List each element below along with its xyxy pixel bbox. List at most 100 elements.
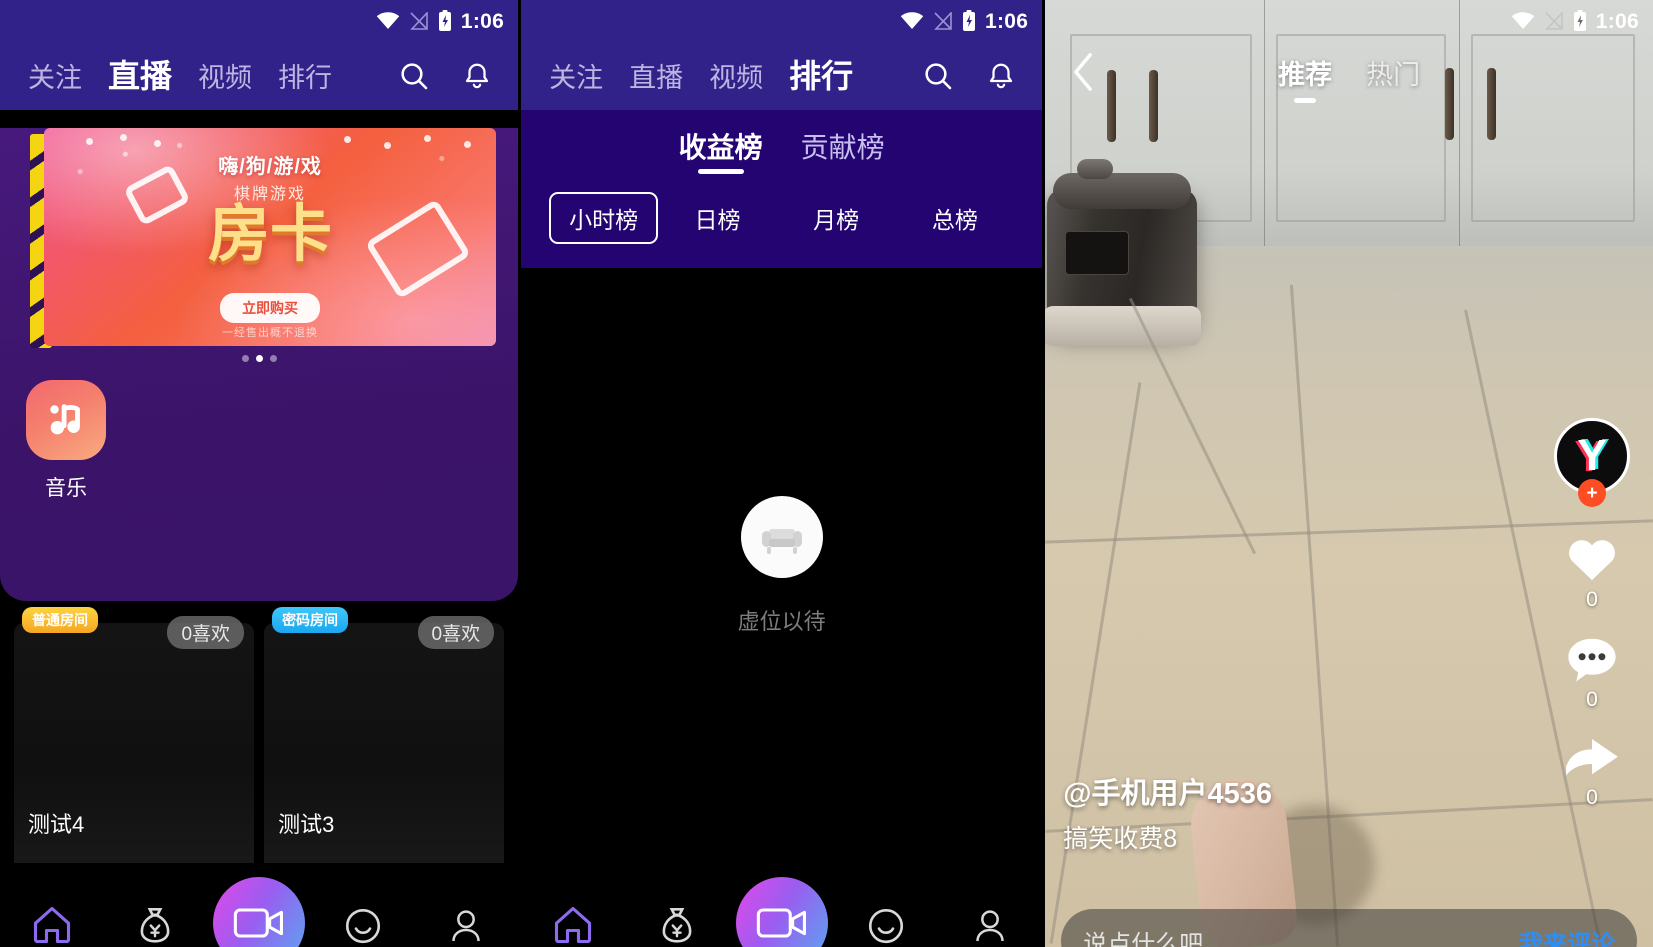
avatar-logo-letter: Y — [1574, 433, 1610, 479]
panel2-top-tabs: 关注 直播 视频 排行 — [521, 42, 1042, 110]
live-room-grid: 普通房间 0喜欢 测试4 密码房间 0喜欢 测试3 — [0, 601, 518, 885]
filter-total[interactable]: 总榜 — [896, 201, 1015, 235]
live-promo-card: 嗨/狗/游/戏 棋牌游戏 房卡 立即购买 一经售出概不退换 音乐 — [0, 128, 519, 601]
comment-input-bar[interactable]: 说点什么吧 我来评论 — [1061, 909, 1637, 947]
avatar[interactable]: Y + — [1554, 418, 1630, 507]
nav-home[interactable] — [0, 863, 104, 947]
panel2-header: 1:06 关注 直播 视频 排行 — [521, 0, 1043, 110]
nav-messages[interactable] — [311, 863, 415, 947]
banner-dot[interactable] — [241, 355, 249, 362]
like-count: 0 — [1586, 588, 1598, 611]
person-icon — [976, 910, 1004, 942]
signal-off-icon — [934, 12, 952, 30]
filter-monthly[interactable]: 月榜 — [777, 201, 896, 235]
banner-dots — [22, 355, 496, 362]
battery-charging-icon — [438, 10, 451, 31]
home-icon — [555, 906, 592, 944]
filter-hourly[interactable]: 小时榜 — [549, 192, 659, 244]
tab-video[interactable]: 视频 — [709, 65, 763, 92]
tab-follow[interactable]: 关注 — [549, 65, 603, 92]
tab-recommended[interactable]: 推荐 — [1278, 53, 1332, 92]
tab-video[interactable]: 视频 — [198, 65, 252, 92]
filter-daily[interactable]: 日榜 — [658, 201, 777, 235]
tab-ranking[interactable]: 排行 — [789, 60, 853, 92]
comment-button[interactable]: 0 — [1565, 634, 1619, 712]
tab-live[interactable]: 直播 — [629, 65, 683, 92]
video-description: 搞笑收费8 — [1063, 825, 1178, 853]
comment-input[interactable]: 说点什么吧 — [1083, 924, 1505, 947]
smiley-icon — [868, 908, 903, 944]
wifi-icon — [900, 12, 924, 30]
banner-dot[interactable] — [269, 355, 277, 362]
banner-disclaimer: 一经售出概不退换 — [222, 327, 319, 339]
banner-carousel[interactable]: 嗨/狗/游/戏 棋牌游戏 房卡 立即购买 一经售出概不退换 — [22, 128, 497, 362]
table-row[interactable]: 密码房间 0喜欢 测试3 — [264, 607, 505, 885]
bell-icon[interactable] — [462, 60, 492, 92]
pressure-cooker — [1045, 159, 1202, 347]
comment-icon — [1568, 638, 1616, 682]
banner-headline: 嗨/狗/游/戏 — [218, 156, 322, 178]
shortcut-music[interactable]: 音乐 — [16, 380, 116, 502]
category-shortcuts: 音乐 — [0, 352, 518, 502]
nav-messages[interactable] — [834, 863, 938, 947]
video-top-overlay: 1:06 推荐 热门 — [1045, 0, 1653, 110]
shortcut-music-label: 音乐 — [45, 477, 87, 500]
tab-live[interactable]: 直播 — [108, 60, 172, 92]
battery-charging-icon — [962, 10, 975, 31]
share-arrow-icon — [1566, 739, 1618, 776]
battery-charging-icon — [1573, 10, 1586, 31]
signal-off-icon — [410, 12, 428, 30]
heart-icon — [1569, 540, 1615, 581]
nav-earnings[interactable] — [104, 863, 208, 947]
search-icon[interactable] — [922, 60, 954, 92]
panel-ranking: 1:06 关注 直播 视频 排行 收益榜 贡献榜 小时榜 日榜 月榜 总榜 虚位… — [521, 0, 1043, 947]
bottom-nav-bar — [521, 863, 1043, 947]
like-count-badge: 0喜欢 — [417, 616, 495, 649]
comment-count: 0 — [1586, 688, 1598, 711]
status-bar: 1:06 — [0, 0, 518, 42]
video-camera-icon — [213, 877, 306, 947]
tab-follow[interactable]: 关注 — [28, 65, 82, 92]
status-bar: 1:06 — [521, 0, 1042, 42]
music-note-icon — [26, 380, 106, 460]
status-badge: 密码房间 — [272, 607, 349, 633]
comment-submit-link[interactable]: 我来评论 — [1519, 924, 1615, 947]
wifi-icon — [1511, 12, 1534, 30]
panel-live-home: 1:06 关注 直播 视频 排行 嗨/狗/游/戏 棋牌游戏 房卡 立即购买 一经… — [0, 0, 519, 947]
bell-icon[interactable] — [986, 60, 1016, 92]
table-row[interactable]: 普通房间 0喜欢 测试4 — [14, 607, 255, 885]
bottom-nav-bar — [0, 863, 519, 947]
armchair-icon — [740, 495, 823, 578]
follow-plus-icon[interactable]: + — [1578, 479, 1606, 507]
home-icon — [33, 906, 70, 944]
empty-state-text: 虚位以待 — [737, 608, 826, 634]
tab-revenue-rank[interactable]: 收益榜 — [679, 126, 763, 180]
tab-contribution-rank[interactable]: 贡献榜 — [801, 126, 885, 180]
like-button[interactable]: 0 — [1564, 532, 1620, 612]
nav-go-live[interactable] — [207, 863, 311, 947]
nav-home[interactable] — [521, 863, 625, 947]
status-time: 1:06 — [1595, 9, 1639, 33]
share-count: 0 — [1586, 786, 1598, 809]
wifi-icon — [376, 12, 400, 30]
empty-state: 虚位以待 — [521, 268, 1042, 863]
banner-dot-active[interactable] — [255, 355, 263, 362]
promo-banner[interactable]: 嗨/狗/游/戏 棋牌游戏 房卡 立即购买 一经售出概不退换 — [44, 128, 497, 346]
nav-go-live[interactable] — [730, 863, 834, 947]
video-author-name[interactable]: @手机用户4536 — [1063, 770, 1533, 812]
tab-popular[interactable]: 热门 — [1366, 53, 1420, 92]
banner-buy-button[interactable]: 立即购买 — [220, 293, 321, 323]
search-icon[interactable] — [398, 60, 430, 92]
nav-profile[interactable] — [938, 863, 1042, 947]
tab-ranking[interactable]: 排行 — [278, 65, 332, 92]
nav-profile[interactable] — [415, 863, 519, 947]
share-button[interactable]: 0 — [1564, 734, 1620, 810]
banner-title: 房卡 — [208, 200, 333, 269]
ranking-header: 收益榜 贡献榜 小时榜 日榜 月榜 总榜 — [521, 110, 1043, 270]
panel1-top-tabs: 关注 直播 视频 排行 — [0, 42, 518, 110]
status-badge: 普通房间 — [22, 607, 98, 633]
nav-earnings[interactable] — [625, 863, 729, 947]
status-time: 1:06 — [460, 9, 505, 33]
money-bag-icon — [140, 907, 170, 943]
panel-video-feed: 1:06 推荐 热门 Y + 0 0 — [1045, 0, 1653, 947]
